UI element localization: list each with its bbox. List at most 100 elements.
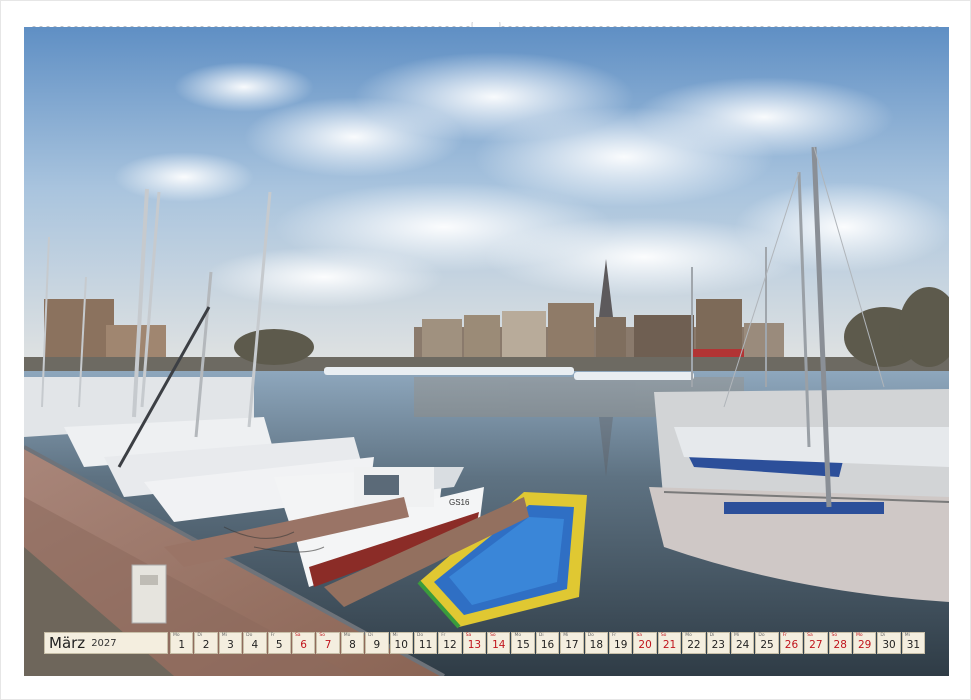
weekday-label: Fr — [270, 633, 275, 638]
day-cell: Di 2 — [194, 632, 218, 654]
day-number: 7 — [324, 639, 332, 651]
calendar-strip: März 2027 Mo 1 Di 2 Mi 3 Do 4 Fr 5 Sa 6 So 7 Mo 8 Di 9 Mi 1… — [44, 632, 926, 656]
weekday-label: Mo — [173, 633, 180, 638]
day-number: 15 — [516, 639, 530, 651]
year-label: 2027 — [91, 637, 117, 649]
weekday-label: Mo — [685, 633, 692, 638]
weekday-label: Mi — [904, 633, 910, 638]
day-cell: Mi 10 — [389, 632, 413, 654]
weekday-label: Di — [880, 633, 886, 638]
weekday-label: So — [319, 633, 325, 638]
day-cell: Mo 1 — [170, 632, 194, 654]
weekday-label: Mo — [343, 633, 351, 638]
day-cell: So 14 — [487, 632, 511, 654]
day-cell: Mo 8 — [340, 632, 365, 654]
day-cell: Di 9 — [365, 632, 389, 654]
weekday-label: Di — [538, 633, 544, 638]
day-cell: Mo 15 — [511, 632, 535, 654]
day-number: 1 — [178, 639, 186, 651]
day-cell: Sa 20 — [633, 632, 657, 654]
day-number: 6 — [300, 639, 307, 651]
weekday-label: Mi — [392, 633, 398, 638]
day-cell: Do 4 — [243, 632, 267, 654]
day-number: 24 — [735, 639, 750, 651]
weekday-label: Fr — [782, 633, 787, 638]
weekday-label: So — [831, 633, 838, 638]
day-number: 10 — [394, 639, 408, 651]
day-number: 19 — [614, 639, 628, 651]
day-number: 17 — [565, 639, 579, 651]
weekday-label: Mi — [733, 633, 740, 638]
day-cell: So 7 — [316, 632, 340, 654]
day-number: 21 — [662, 639, 677, 651]
day-number: 18 — [589, 639, 604, 651]
day-cell: Do 11 — [413, 632, 438, 654]
weekday-label: Mi — [221, 633, 227, 638]
day-number: 9 — [373, 639, 381, 651]
weekday-label: Do — [587, 633, 594, 638]
day-number: 2 — [202, 639, 210, 651]
weekday-label: Sa — [465, 633, 472, 638]
day-cell: Mo 22 — [682, 632, 706, 654]
day-cell: Mi 31 — [901, 632, 926, 654]
weekday-label: So — [660, 633, 667, 638]
day-cell: Do 25 — [755, 632, 779, 654]
day-cell: Di 23 — [706, 632, 730, 654]
day-number: 30 — [882, 639, 896, 651]
day-number: 13 — [467, 639, 482, 651]
weekday-label: Di — [709, 633, 715, 638]
day-number: 26 — [784, 639, 799, 651]
calendar-page: GS16 März 2027 Mo 1 Di 2 Mi 3 Do 4 Fr 5 … — [0, 0, 971, 700]
day-number: 29 — [857, 639, 872, 651]
weekday-label: Di — [368, 633, 373, 638]
day-number: 25 — [760, 639, 774, 651]
day-cell: Fr 12 — [438, 632, 462, 654]
day-cell: Mi 17 — [560, 632, 584, 654]
weekday-label: Mi — [563, 633, 569, 638]
day-cell: Sa 13 — [462, 632, 487, 654]
day-cell: Do 18 — [584, 632, 609, 654]
day-cell: Fr 19 — [609, 632, 633, 654]
weekday-label: Fr — [441, 633, 446, 638]
day-cell: Fr 5 — [267, 632, 291, 654]
day-number: 31 — [906, 639, 921, 651]
day-number: 4 — [251, 639, 259, 651]
day-cell: Di 16 — [535, 632, 560, 654]
month-name: März — [49, 634, 86, 652]
day-number: 14 — [492, 639, 506, 651]
day-number: 27 — [809, 639, 823, 651]
weekday-label: Sa — [294, 633, 301, 638]
day-cell: Mo 29 — [852, 632, 877, 654]
day-number: 22 — [687, 639, 701, 651]
electric-bollard — [131, 564, 167, 624]
harbor-photo: GS16 — [24, 27, 949, 676]
weekday-label: Do — [758, 633, 765, 638]
day-number: 8 — [349, 639, 356, 651]
day-cell: Sa 27 — [804, 632, 828, 654]
weekday-label: Do — [416, 633, 424, 638]
day-number: 12 — [443, 639, 457, 651]
weekday-label: So — [490, 633, 496, 638]
boat-name: GS16 — [449, 498, 470, 507]
month-label: März 2027 — [44, 632, 168, 654]
day-number: 3 — [227, 639, 234, 651]
day-cell: Sa 6 — [291, 632, 316, 654]
day-number: 11 — [418, 639, 433, 651]
weekday-label: Mo — [514, 633, 522, 638]
weekday-label: Mo — [855, 633, 863, 638]
weekday-label: Di — [197, 633, 203, 638]
day-cell: Di 30 — [877, 632, 901, 654]
day-number: 16 — [540, 639, 555, 651]
day-cell: So 28 — [828, 632, 852, 654]
weekday-label: Sa — [636, 633, 643, 638]
day-cell: Mi 3 — [218, 632, 243, 654]
day-cell: Mi 24 — [730, 632, 755, 654]
day-number: 28 — [833, 639, 847, 651]
day-cell: So 21 — [657, 632, 682, 654]
weekday-label: Do — [246, 633, 253, 638]
weekday-label: Sa — [807, 633, 813, 638]
day-number: 20 — [638, 639, 652, 651]
day-cell: Fr 26 — [779, 632, 804, 654]
day-number: 5 — [275, 639, 283, 651]
weekday-label: Fr — [612, 633, 617, 638]
